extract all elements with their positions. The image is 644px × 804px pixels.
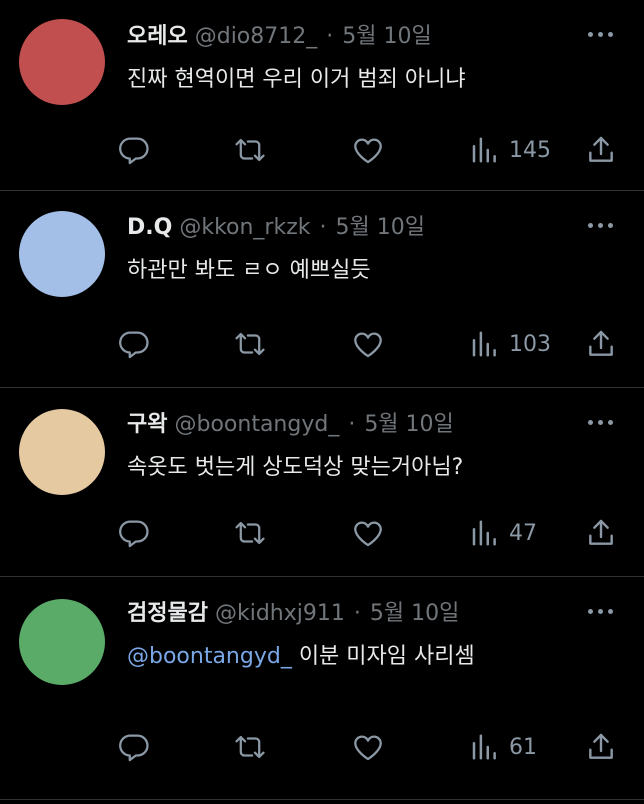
views-count: 61 — [509, 734, 537, 760]
views-button[interactable]: 145 — [469, 130, 551, 170]
views-icon — [469, 732, 499, 762]
action-bar: 47 — [0, 513, 644, 553]
views-button[interactable]: 47 — [469, 513, 537, 553]
avatar[interactable] — [19, 409, 105, 495]
views-icon — [469, 329, 499, 359]
reply-icon[interactable] — [117, 727, 151, 767]
more-icon[interactable] — [586, 412, 616, 432]
display-name[interactable]: D.Q — [127, 215, 172, 240]
tweet-body: 이분 미자임 사리셈 — [291, 644, 475, 669]
display-name[interactable]: 검정물감 — [127, 601, 208, 626]
more-icon[interactable] — [586, 24, 616, 44]
tweet-text: 속옷도 벗는게 상도덕상 맞는거아님? — [127, 452, 463, 484]
share-icon[interactable] — [585, 324, 617, 364]
user-handle[interactable]: @kidhxj911 — [215, 601, 345, 626]
user-handle[interactable]: @kkon_rkzk — [179, 215, 310, 240]
avatar[interactable] — [19, 19, 105, 105]
tweet-date[interactable]: 5월 10일 — [336, 215, 425, 240]
share-icon[interactable] — [585, 130, 617, 170]
views-count: 103 — [509, 331, 551, 357]
heart-icon[interactable] — [351, 130, 385, 170]
tweet-body: 속옷도 벗는게 상도덕상 맞는거아님? — [127, 455, 464, 480]
share-icon[interactable] — [585, 727, 617, 767]
views-icon — [469, 135, 499, 165]
avatar[interactable] — [19, 599, 105, 685]
heart-icon[interactable] — [351, 513, 385, 553]
retweet-icon[interactable] — [232, 130, 268, 170]
tweet-header: 검정물감 @kidhxj911 · 5월 10일 — [127, 599, 459, 629]
tweet-text: @boontangyd_ 이분 미자임 사리셈 — [127, 641, 475, 673]
tweet-body: 진짜 현역이면 우리 이거 범죄 아니냐 — [127, 67, 466, 92]
more-icon[interactable] — [586, 215, 616, 235]
avatar[interactable] — [19, 211, 105, 297]
tweet-header: 구왁 @boontangyd_ · 5월 10일 — [127, 410, 454, 440]
tweet-body: 하관만 봐도 ㄹㅇ 예쁘실듯 — [127, 258, 371, 283]
display-name[interactable]: 구왁 — [127, 412, 167, 437]
separator-dot: · — [319, 215, 327, 240]
tweet[interactable]: D.Q @kkon_rkzk · 5월 10일 하관만 봐도 ㄹㅇ 예쁘실듯 1… — [0, 191, 644, 388]
action-bar: 61 — [0, 727, 644, 767]
tweet-header: D.Q @kkon_rkzk · 5월 10일 — [127, 213, 425, 243]
views-button[interactable]: 61 — [469, 727, 537, 767]
action-bar: 103 — [0, 324, 644, 364]
display-name[interactable]: 오레오 — [127, 24, 188, 49]
tweet-date[interactable]: 5월 10일 — [342, 24, 431, 49]
share-icon[interactable] — [585, 513, 617, 553]
views-count: 145 — [509, 137, 551, 163]
separator-dot: · — [326, 24, 334, 49]
reply-icon[interactable] — [117, 324, 151, 364]
retweet-icon[interactable] — [232, 324, 268, 364]
reply-icon[interactable] — [117, 130, 151, 170]
mention-link[interactable]: @boontangyd_ — [127, 644, 292, 669]
user-handle[interactable]: @boontangyd_ — [174, 412, 339, 437]
heart-icon[interactable] — [351, 324, 385, 364]
more-icon[interactable] — [586, 601, 616, 621]
views-icon — [469, 518, 499, 548]
tweet[interactable]: 구왁 @boontangyd_ · 5월 10일 속옷도 벗는게 상도덕상 맞는… — [0, 388, 644, 577]
user-handle[interactable]: @dio8712_ — [195, 24, 318, 49]
views-count: 47 — [509, 520, 537, 546]
tweet-text: 진짜 현역이면 우리 이거 범죄 아니냐 — [127, 64, 466, 96]
tweet[interactable]: 오레오 @dio8712_ · 5월 10일 진짜 현역이면 우리 이거 범죄 … — [0, 0, 644, 191]
reply-icon[interactable] — [117, 513, 151, 553]
retweet-icon[interactable] — [232, 513, 268, 553]
heart-icon[interactable] — [351, 727, 385, 767]
retweet-icon[interactable] — [232, 727, 268, 767]
action-bar: 145 — [0, 130, 644, 170]
separator-dot: · — [353, 601, 361, 626]
tweet[interactable]: 검정물감 @kidhxj911 · 5월 10일 @boontangyd_ 이분… — [0, 577, 644, 803]
tweet-text: 하관만 봐도 ㄹㅇ 예쁘실듯 — [127, 255, 371, 287]
tweet-date[interactable]: 5월 10일 — [370, 601, 459, 626]
separator-dot: · — [348, 412, 356, 437]
views-button[interactable]: 103 — [469, 324, 551, 364]
divider — [0, 799, 644, 804]
tweet-date[interactable]: 5월 10일 — [364, 412, 453, 437]
tweet-header: 오레오 @dio8712_ · 5월 10일 — [127, 22, 432, 52]
